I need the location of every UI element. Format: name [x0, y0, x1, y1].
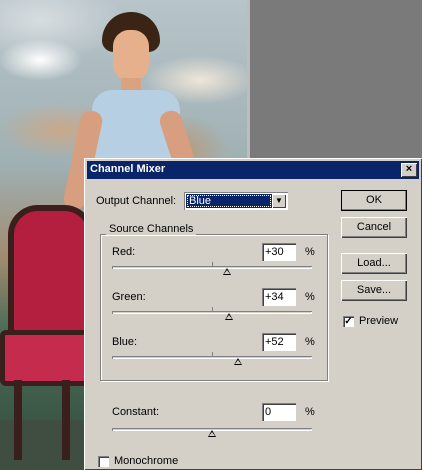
green-percent-label: % — [305, 291, 315, 303]
blue-slider-track[interactable] — [112, 356, 312, 359]
output-channel-label: Output Channel: — [96, 195, 177, 207]
save-button[interactable]: Save... — [341, 280, 407, 301]
photo-face — [113, 30, 149, 82]
dialog-title: Channel Mixer — [90, 163, 166, 175]
checkmark-icon: ✓ — [344, 316, 353, 327]
constant-slider-thumb[interactable] — [208, 430, 216, 437]
blue-slider-center-tick — [212, 352, 213, 356]
monochrome-checkbox[interactable] — [98, 456, 109, 467]
output-channel-value: Blue — [186, 194, 272, 208]
photo-chair-leg — [62, 380, 70, 460]
red-slider-thumb[interactable] — [223, 268, 231, 275]
output-channel-select[interactable]: Blue ▼ — [184, 192, 288, 210]
source-channels-label: Source Channels — [106, 223, 197, 235]
constant-label: Constant: — [112, 406, 160, 418]
constant-input[interactable]: 0 — [262, 403, 296, 421]
preview-label[interactable]: Preview — [359, 315, 398, 327]
preview-checkbox[interactable]: ✓ — [343, 316, 354, 327]
blue-percent-label: % — [305, 336, 315, 348]
dialog-titlebar[interactable]: Channel Mixer × — [87, 161, 419, 179]
green-slider-track[interactable] — [112, 311, 312, 314]
load-button[interactable]: Load... — [341, 253, 407, 274]
green-slider-thumb[interactable] — [225, 313, 233, 320]
cancel-button[interactable]: Cancel — [341, 217, 407, 238]
ok-button[interactable]: OK — [341, 190, 407, 211]
green-channel-input[interactable]: +34 — [262, 288, 296, 306]
red-channel-input[interactable]: +30 — [262, 243, 296, 261]
chevron-down-icon[interactable]: ▼ — [272, 194, 286, 208]
blue-channel-input[interactable]: +52 — [262, 333, 296, 351]
blue-channel-label: Blue: — [112, 336, 138, 348]
channel-mixer-dialog: Channel Mixer × Output Channel: Blue ▼ S… — [84, 158, 422, 470]
red-slider-center-tick — [212, 262, 213, 266]
constant-percent-label: % — [305, 406, 315, 418]
photo-chair-leg — [14, 380, 22, 460]
close-button[interactable]: × — [401, 163, 417, 177]
close-icon: × — [405, 163, 413, 175]
red-percent-label: % — [305, 246, 315, 258]
red-channel-label: Red: — [112, 246, 136, 258]
monochrome-label[interactable]: Monochrome — [114, 455, 178, 467]
blue-slider-thumb[interactable] — [234, 358, 242, 365]
green-slider-center-tick — [212, 307, 213, 311]
red-slider-track[interactable] — [112, 266, 312, 269]
green-channel-label: Green: — [112, 291, 146, 303]
